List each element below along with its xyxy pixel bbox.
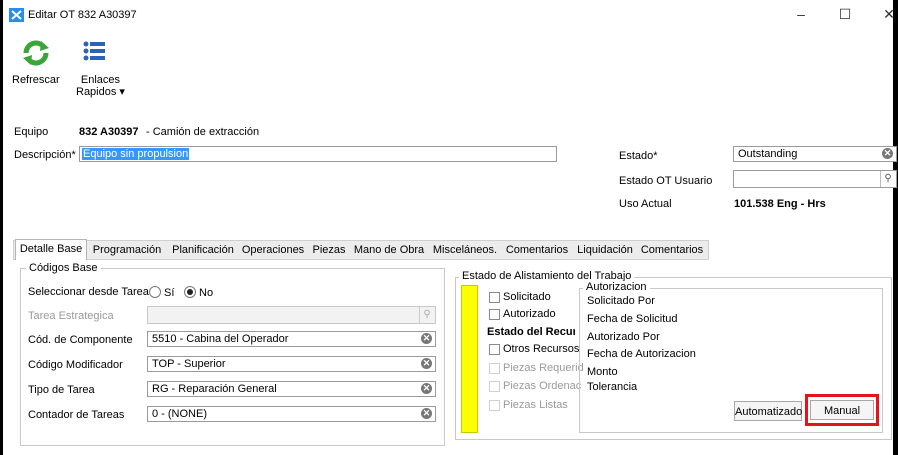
piezas-ordenadas-checkbox[interactable] — [489, 381, 500, 392]
codigos-base-title: Códigos Base — [26, 262, 101, 274]
status-indicator — [461, 285, 478, 433]
tab-programacion[interactable]: Programación — [89, 241, 165, 259]
fecha-autorizacion-label: Fecha de Autorizacion — [587, 348, 696, 360]
contador-value: 0 - (NONE) — [152, 408, 207, 420]
tipo-tarea-value: RG - Reparación General — [152, 383, 277, 395]
tab-planificacion[interactable]: Planificación — [169, 241, 237, 259]
tab-detalle-base[interactable]: Detalle Base — [15, 239, 87, 260]
automatizado-button[interactable]: Automatizado — [734, 401, 802, 421]
autorizado-checkbox[interactable] — [489, 309, 500, 320]
seleccionar-label: Seleccionar desde Tarea I — [28, 286, 155, 298]
piezas-ordenadas-label: Piezas Ordenac — [503, 380, 582, 392]
estado-usuario-field[interactable]: ⚲ — [733, 170, 897, 188]
manual-button[interactable]: Manual — [810, 400, 874, 420]
refresh-label: Refrescar — [12, 74, 60, 86]
refresh-button[interactable]: Refrescar — [11, 38, 61, 96]
descripcion-field[interactable]: Equipo sin propulsion — [79, 146, 557, 162]
title-bar: Editar OT 832 A30397 – ☐ ✕ — [3, 0, 895, 30]
autorizado-label: Autorizado — [503, 308, 556, 320]
uso-actual-label: Uso Actual — [619, 198, 672, 210]
search-icon[interactable]: ⚲ — [419, 307, 434, 323]
piezas-listas-label: Piezas Listas — [503, 399, 568, 411]
app-icon — [9, 8, 24, 22]
monto-label: Monto — [587, 366, 618, 378]
modificador-value: TOP - Superior — [152, 358, 226, 370]
tab-comentarios[interactable]: Comentarios — [505, 241, 569, 259]
radio-no-label: No — [199, 287, 214, 299]
maximize-button[interactable]: ☐ — [835, 6, 855, 24]
tab-mano-de-obra[interactable]: Mano de Obra — [353, 241, 425, 259]
list-icon — [83, 40, 105, 65]
componente-field[interactable]: 5510 - Cabina del Operador ✕ — [147, 331, 436, 347]
radio-si-label: Sí — [164, 287, 175, 299]
clear-icon[interactable]: ✕ — [421, 408, 432, 419]
clear-icon[interactable]: ✕ — [421, 383, 432, 394]
search-icon[interactable]: ⚲ — [880, 171, 895, 187]
piezas-requeridas-checkbox[interactable] — [489, 363, 500, 374]
tarea-estrategica-label: Tarea Estrategica — [28, 310, 114, 322]
piezas-requeridas-label: Piezas Requerid — [503, 362, 584, 374]
descripcion-label: Descripción* — [14, 149, 76, 161]
solicitado-por-label: Solicitado Por — [587, 295, 655, 307]
equipo-value: 832 A30397 — [79, 126, 139, 138]
estado-recursos-label: Estado del Recurso — [487, 326, 575, 338]
autorizado-por-label: Autorizado Por — [587, 331, 660, 343]
uso-actual-value: 101.538 Eng - Hrs — [734, 198, 826, 210]
radio-no[interactable] — [184, 286, 196, 298]
minimize-button[interactable]: – — [791, 6, 811, 24]
quick-links-label: Enlaces Rapidos ▾ — [76, 74, 125, 98]
tab-operaciones[interactable]: Operaciones — [241, 241, 305, 259]
componente-value: 5510 - Cabina del Operador — [152, 333, 289, 345]
clear-icon[interactable]: ✕ — [421, 333, 432, 344]
edit-work-order-window: Editar OT 832 A30397 – ☐ ✕ Refrescar Enl… — [0, 0, 897, 455]
componente-label: Cód. de Componente — [28, 334, 133, 346]
tab-liquidacion[interactable]: Liquidación — [573, 241, 637, 259]
tolerancia-label: Tolerancia — [587, 381, 638, 393]
autorizacion-title: Autorizacion — [583, 281, 650, 293]
refresh-icon — [21, 38, 51, 71]
estado-field[interactable]: Outstanding ✕ — [733, 146, 897, 162]
descripcion-value: Equipo sin propulsion — [82, 148, 190, 160]
estado-usuario-label: Estado OT Usuario — [619, 175, 713, 187]
estado-label: Estado* — [619, 150, 658, 162]
estado-value: Outstanding — [738, 148, 798, 160]
modificador-field[interactable]: TOP - Superior ✕ — [147, 356, 436, 372]
tarea-estrategica-field[interactable]: ⚲ — [147, 306, 436, 324]
tab-piezas[interactable]: Piezas — [309, 241, 349, 259]
contador-label: Contador de Tareas — [28, 409, 125, 421]
solicitado-checkbox[interactable] — [489, 292, 500, 303]
tab-miscelaneos[interactable]: Misceláneos. — [431, 241, 499, 259]
equipo-description: - Camión de extracción — [146, 126, 260, 138]
equipo-label: Equipo — [14, 126, 49, 138]
otros-recursos-label: Otros Recursos — [503, 343, 580, 355]
quick-links-button[interactable]: Enlaces Rapidos ▾ — [69, 38, 125, 100]
close-button[interactable]: ✕ — [879, 6, 898, 24]
fecha-solicitud-label: Fecha de Solicitud — [587, 313, 678, 325]
radio-si[interactable] — [149, 286, 161, 298]
tab-comentarios-2[interactable]: Comentarios — [639, 241, 705, 259]
contador-field[interactable]: 0 - (NONE) ✕ — [147, 406, 436, 422]
piezas-listas-checkbox[interactable] — [489, 400, 500, 411]
clear-icon[interactable]: ✕ — [421, 358, 432, 369]
window-title: Editar OT 832 A30397 — [28, 9, 137, 21]
tipo-tarea-field[interactable]: RG - Reparación General ✕ — [147, 381, 436, 397]
tipo-tarea-label: Tipo de Tarea — [28, 384, 95, 396]
otros-recursos-checkbox[interactable] — [489, 344, 500, 355]
solicitado-label: Solicitado — [503, 291, 551, 303]
clear-icon[interactable]: ✕ — [882, 148, 893, 159]
modificador-label: Código Modificador — [28, 359, 123, 371]
